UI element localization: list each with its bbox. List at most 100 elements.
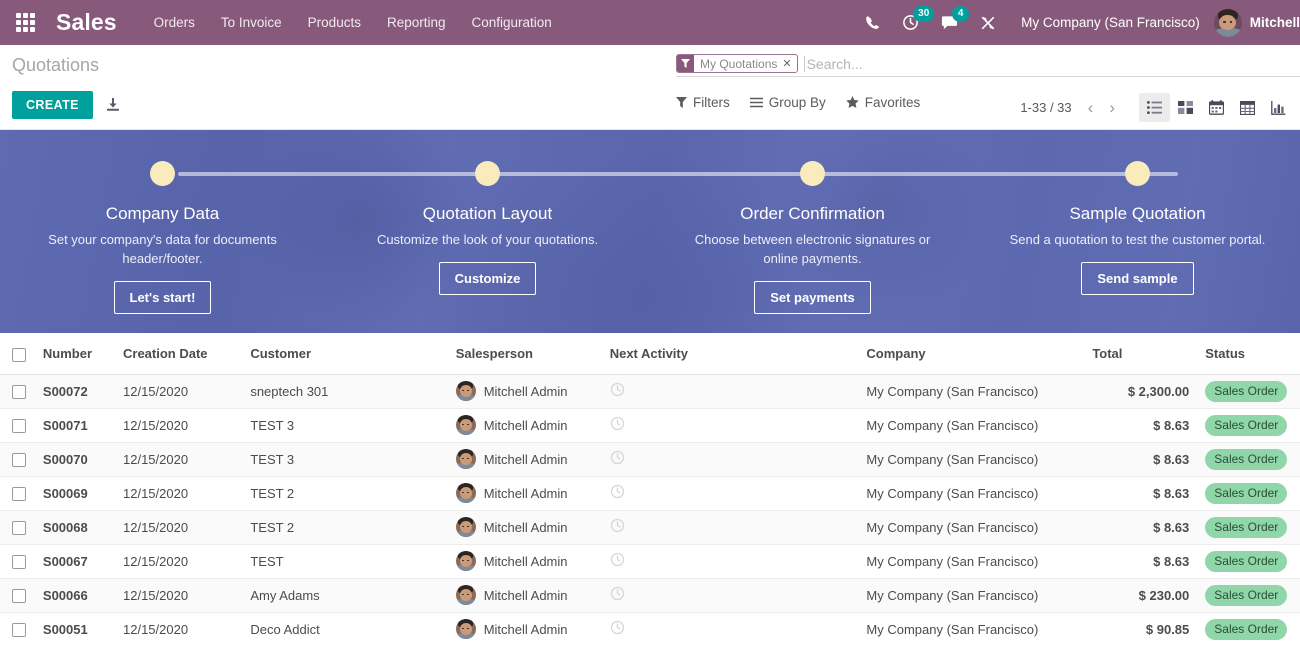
row-checkbox[interactable] — [12, 588, 26, 603]
menu-item-configuration[interactable]: Configuration — [459, 1, 565, 44]
step-dot-icon — [475, 161, 500, 186]
table-row[interactable]: S00066 12/15/2020 Amy Adams Mitchell Admin M… — [0, 578, 1300, 613]
search-input[interactable] — [803, 55, 1300, 72]
wrench-tools-icon[interactable] — [969, 0, 1007, 45]
cell-company: My Company (San Francisco) — [858, 408, 1085, 443]
column-header-company[interactable]: Company — [858, 333, 1085, 375]
menu-item-to-invoice[interactable]: To Invoice — [208, 1, 295, 44]
row-checkbox[interactable] — [12, 554, 26, 569]
cell-company: My Company (San Francisco) — [858, 612, 1085, 645]
table-header: Number Creation Date Customer Salesperso… — [0, 333, 1300, 375]
column-header-creation-date[interactable]: Creation Date — [115, 333, 243, 375]
onboarding-step-company-data: Company Data Set your company's data for… — [0, 130, 325, 333]
cell-total: $ 8.63 — [1084, 408, 1198, 443]
row-checkbox[interactable] — [12, 418, 26, 433]
status-badge: Sales Order — [1205, 516, 1288, 538]
apps-grid-icon[interactable] — [8, 0, 42, 45]
send-sample-button[interactable]: Send sample — [1081, 262, 1194, 295]
user-menu-label: Mitchell — [1249, 15, 1300, 30]
cell-number: S00071 — [34, 408, 115, 443]
cell-salesperson: Mitchell Admin — [447, 476, 602, 511]
activity-clock-icon[interactable] — [610, 552, 625, 567]
cell-status: Sales Order — [1197, 544, 1300, 579]
cell-number: S00067 — [34, 544, 115, 579]
select-all-checkbox[interactable] — [12, 347, 26, 362]
table-row[interactable]: S00071 12/15/2020 TEST 3 Mitchell Admin My C… — [0, 408, 1300, 443]
cell-salesperson: Mitchell Admin — [447, 510, 602, 545]
cell-total: $ 230.00 — [1084, 578, 1198, 613]
cell-company: My Company (San Francisco) — [858, 544, 1085, 579]
chevron-left-icon[interactable]: ‹ — [1080, 97, 1102, 118]
cell-next-activity — [601, 544, 859, 579]
onboarding-steps: Company Data Set your company's data for… — [0, 130, 1300, 333]
row-checkbox[interactable] — [12, 622, 26, 637]
calendar-view-icon[interactable] — [1201, 93, 1232, 122]
clock-activity-icon[interactable]: 30 — [891, 0, 935, 45]
menu-item-orders[interactable]: Orders — [141, 1, 208, 44]
import-download-icon[interactable] — [105, 97, 121, 113]
step-description: Customize the look of your quotations. — [376, 232, 599, 247]
group-by-dropdown[interactable]: Group By — [749, 95, 826, 110]
chevron-right-icon[interactable]: › — [1101, 97, 1123, 118]
step-description: Send a quotation to test the customer po… — [1009, 232, 1266, 247]
menu-item-products[interactable]: Products — [295, 1, 374, 44]
cell-status: Sales Order — [1197, 476, 1300, 511]
graph-view-icon[interactable] — [1263, 93, 1294, 122]
filters-dropdown[interactable]: Filters — [676, 95, 730, 110]
column-header-status[interactable]: Status — [1197, 333, 1300, 375]
table-row[interactable]: S00067 12/15/2020 TEST Mitchell Admin My Com… — [0, 544, 1300, 579]
list-view-icon[interactable] — [1139, 93, 1170, 122]
breadcrumb[interactable]: Quotations — [0, 55, 99, 76]
main-menu: Orders To Invoice Products Reporting Con… — [141, 1, 565, 44]
column-header-salesperson[interactable]: Salesperson — [447, 333, 602, 375]
company-switcher[interactable]: My Company (San Francisco) — [1007, 15, 1214, 30]
chat-bubble-icon[interactable]: 4 — [930, 0, 970, 45]
activity-clock-icon[interactable] — [610, 620, 625, 635]
row-checkbox[interactable] — [12, 486, 26, 501]
table-row[interactable]: S00072 12/15/2020 sneptech 301 Mitchell Adm… — [0, 374, 1300, 409]
search-facet-my-quotations[interactable]: My Quotations ✕ — [676, 54, 798, 73]
table-row[interactable]: S00051 12/15/2020 Deco Addict Mitchell Admi… — [0, 612, 1300, 645]
top-navbar: Sales Orders To Invoice Products Reporti… — [0, 0, 1300, 45]
customize-button[interactable]: Customize — [438, 262, 537, 295]
phone-icon[interactable] — [854, 0, 891, 45]
row-checkbox[interactable] — [12, 452, 26, 467]
avatar — [455, 619, 476, 640]
column-header-next-activity[interactable]: Next Activity — [601, 333, 859, 375]
table-row[interactable]: S00068 12/15/2020 TEST 2 Mitchell Admin My C… — [0, 510, 1300, 545]
close-icon[interactable]: ✕ — [781, 55, 796, 72]
column-header-total[interactable]: Total — [1084, 333, 1198, 375]
row-checkbox[interactable] — [12, 384, 26, 399]
user-menu[interactable]: Mitchell — [1213, 8, 1300, 37]
cell-customer: TEST 2 — [242, 476, 448, 511]
pager-count[interactable]: 1-33 / 33 — [1020, 100, 1071, 115]
cell-company: My Company (San Francisco) — [858, 510, 1085, 545]
avatar — [455, 381, 476, 402]
lets-start-button[interactable]: Let's start! — [113, 281, 212, 314]
activity-clock-icon[interactable] — [610, 586, 625, 601]
create-button[interactable]: CREATE — [12, 91, 93, 119]
activity-clock-icon[interactable] — [610, 450, 625, 465]
favorites-dropdown[interactable]: Favorites — [846, 95, 920, 110]
column-header-customer[interactable]: Customer — [242, 333, 448, 375]
cell-creation-date: 12/15/2020 — [115, 578, 243, 613]
table-row[interactable]: S00069 12/15/2020 TEST 2 Mitchell Admin My C… — [0, 476, 1300, 511]
activity-clock-icon[interactable] — [610, 416, 625, 431]
activity-clock-icon[interactable] — [610, 484, 625, 499]
row-checkbox[interactable] — [12, 520, 26, 535]
activity-clock-icon[interactable] — [610, 382, 625, 397]
set-payments-button[interactable]: Set payments — [754, 281, 871, 314]
cell-creation-date: 12/15/2020 — [115, 510, 243, 545]
activity-clock-icon[interactable] — [610, 518, 625, 533]
column-header-number[interactable]: Number — [34, 333, 115, 375]
kanban-view-icon[interactable] — [1170, 93, 1201, 122]
cell-customer: sneptech 301 — [242, 374, 448, 409]
table-row[interactable]: S00070 12/15/2020 TEST 3 Mitchell Admin My C… — [0, 442, 1300, 477]
row-select-cell — [0, 578, 35, 613]
salesperson-name: Mitchell Admin — [483, 451, 568, 467]
menu-item-reporting[interactable]: Reporting — [374, 1, 459, 44]
app-brand-sales[interactable]: Sales — [56, 9, 117, 36]
cell-customer: TEST 2 — [242, 510, 448, 545]
select-all-header — [0, 333, 35, 375]
pivot-view-icon[interactable] — [1232, 93, 1263, 122]
